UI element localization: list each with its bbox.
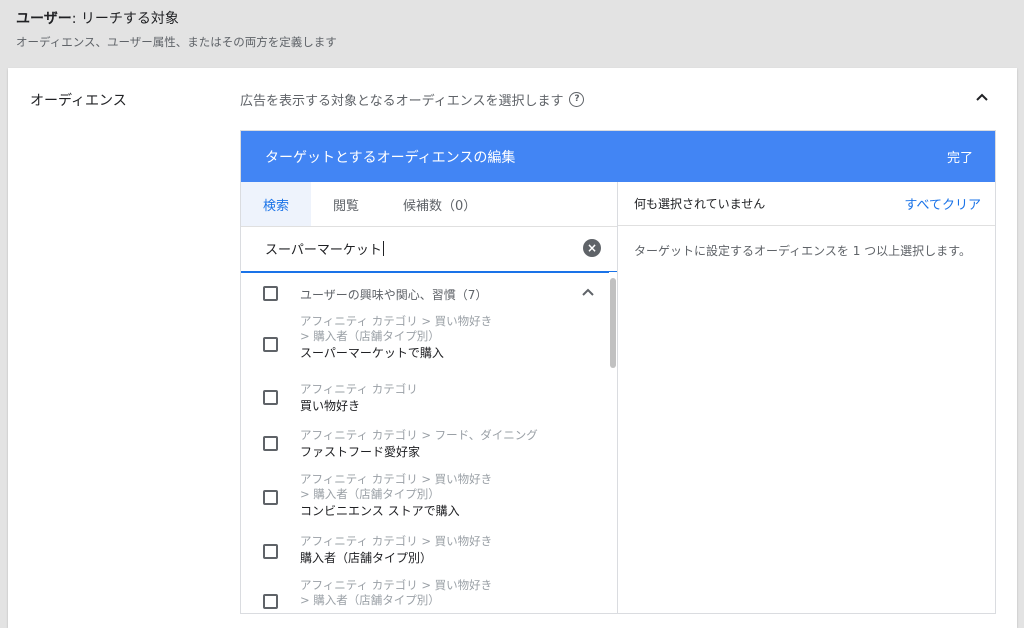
tab-ideas[interactable]: 候補数（0） [381,182,498,226]
item-path-2: > 購入者（店舗タイプ別） [300,593,440,607]
clear-all-button[interactable]: すべてクリア [904,194,981,213]
group-checkbox[interactable] [263,286,278,301]
list-item[interactable]: アフィニティ カテゴリ > 買い物好き > 購入者（店舗タイプ別） コンビニエン… [241,466,617,528]
item-path: アフィニティ カテゴリ [300,382,418,396]
chevron-up-icon[interactable] [581,286,595,300]
item-path: アフィニティ カテゴリ > 買い物好き [300,578,493,592]
item-path: アフィニティ カテゴリ > フード、ダイニング [300,428,538,442]
scrollbar[interactable] [609,272,617,613]
item-text: アフィニティ カテゴリ > フード、ダイニング ファストフード愛好家 [300,428,538,461]
item-checkbox[interactable] [263,337,278,352]
item-text: アフィニティ カテゴリ > 買い物好き 購入者（店舗タイプ別） [300,534,492,567]
audience-editor: ターゲットとするオーディエンスの編集 完了 検索 閲覧 候補数（0） スーパーマ… [240,130,996,614]
list-item[interactable]: アフィニティ カテゴリ > 買い物好き > 購入者（店舗タイプ別） [241,574,617,613]
page-header: ユーザー: リーチする対象 オーディエンス、ユーザー属性、またはその両方を定義し… [16,8,337,50]
item-checkbox[interactable] [263,436,278,451]
selection-status: 何も選択されていません [634,197,766,211]
item-name: ファストフード愛好家 [300,445,421,459]
item-path-2: > 購入者（店舗タイプ別） [300,487,440,501]
item-checkbox[interactable] [263,544,278,559]
group-label: ユーザーの興味や関心、習慣（7） [300,288,488,302]
selection-header: 何も選択されていません すべてクリア [618,182,995,226]
list-item[interactable]: アフィニティ カテゴリ > フード、ダイニング ファストフード愛好家 [241,420,617,466]
scrollbar-thumb[interactable] [610,278,616,368]
item-path: アフィニティ カテゴリ > 買い物好き [300,314,493,328]
help-circle-icon[interactable]: ? [569,92,585,107]
page-title: ユーザー: リーチする対象 [16,8,337,30]
group-header[interactable]: ユーザーの興味や関心、習慣（7） [241,272,617,316]
item-text: アフィニティ カテゴリ > 買い物好き > 購入者（店舗タイプ別） スーパーマー… [300,314,492,362]
section-label: オーディエンス [30,93,127,109]
item-path-2: > 購入者（店舗タイプ別） [300,329,440,343]
item-checkbox[interactable] [263,594,278,609]
editor-header: ターゲットとするオーディエンスの編集 完了 [241,131,995,182]
selection-hint: ターゲットに設定するオーディエンスを 1 つ以上選択します。 [634,244,971,258]
done-button[interactable]: 完了 [947,147,973,166]
chevron-up-icon[interactable] [974,90,990,106]
page-subtitle: オーディエンス、ユーザー属性、またはその両方を定義します [16,35,337,49]
search-input[interactable]: スーパーマーケット [265,239,384,258]
search-pane: 検索 閲覧 候補数（0） スーパーマーケット × ユーザーの興味や関心、習慣（7… [241,182,618,613]
tab-browse[interactable]: 閲覧 [311,182,381,226]
text-caret [382,241,384,256]
tab-search[interactable]: 検索 [241,182,312,226]
section-description-text: 広告を表示する対象となるオーディエンスを選択します [240,94,564,109]
item-path: アフィニティ カテゴリ > 買い物好き [300,534,493,548]
list-item[interactable]: アフィニティ カテゴリ > 買い物好き 購入者（店舗タイプ別） [241,528,617,574]
section-description: 広告を表示する対象となるオーディエンスを選択します ? [240,90,585,109]
item-text: アフィニティ カテゴリ 買い物好き [300,382,418,415]
item-name: 購入者（店舗タイプ別） [300,551,433,565]
item-checkbox[interactable] [263,390,278,405]
editor-title: ターゲットとするオーディエンスの編集 [265,149,516,166]
item-text: アフィニティ カテゴリ > 買い物好き > 購入者（店舗タイプ別） コンビニエン… [300,472,492,520]
item-name: スーパーマーケットで購入 [300,346,444,360]
title-bold: ユーザー [16,11,72,27]
item-path: アフィニティ カテゴリ > 買い物好き [300,472,493,486]
tab-bar: 検索 閲覧 候補数（0） [241,182,617,227]
item-text: アフィニティ カテゴリ > 買い物好き > 購入者（店舗タイプ別） [300,578,492,608]
item-name: 買い物好き [300,399,361,413]
item-name: コンビニエンス ストアで購入 [300,504,460,518]
item-checkbox[interactable] [263,490,278,505]
audience-card: オーディエンス 広告を表示する対象となるオーディエンスを選択します ? ターゲッ… [8,68,1017,628]
search-field[interactable]: スーパーマーケット × [241,227,617,273]
results-list: ユーザーの興味や関心、習慣（7） アフィニティ カテゴリ > 買い物好き > 購… [241,272,617,613]
search-input-value: スーパーマーケット [265,243,382,258]
selection-pane: 何も選択されていません すべてクリア ターゲットに設定するオーディエンスを 1 … [618,182,995,613]
clear-icon[interactable]: × [583,239,601,257]
list-item[interactable]: アフィニティ カテゴリ > 買い物好き > 購入者（店舗タイプ別） スーパーマー… [241,314,617,374]
title-rest: : リーチする対象 [71,11,179,27]
list-item[interactable]: アフィニティ カテゴリ 買い物好き [241,374,617,420]
